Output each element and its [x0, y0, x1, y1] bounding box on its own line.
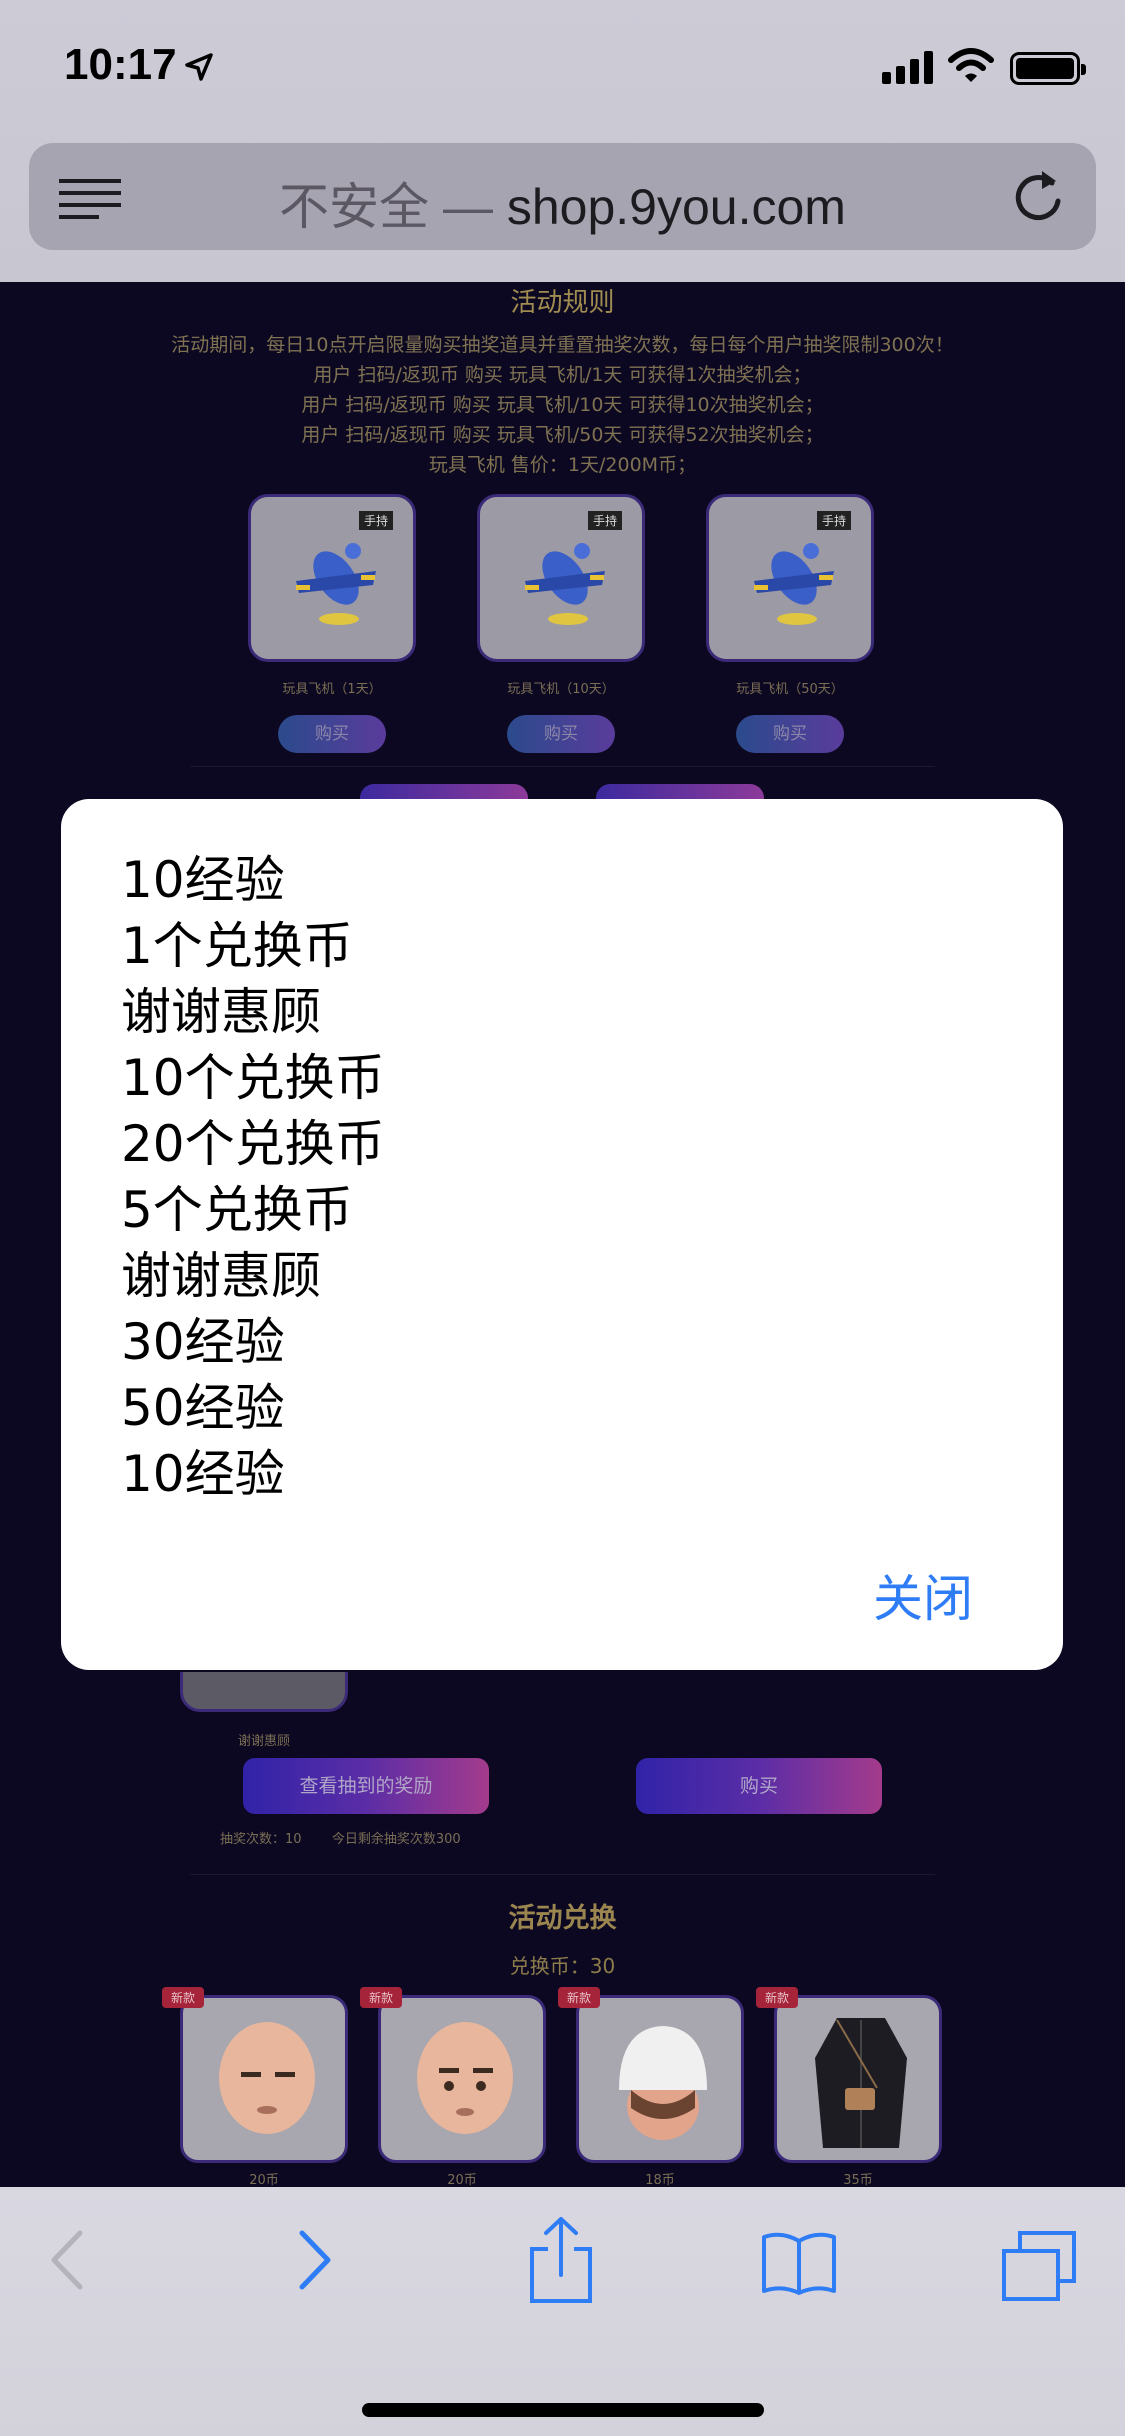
prize-item: 50经验: [121, 1379, 285, 1437]
section-divider: [190, 1874, 935, 1875]
insecure-label: 不安全 —: [279, 179, 493, 235]
product-tag: 手持: [587, 511, 622, 530]
battery-icon: [1010, 52, 1086, 85]
bookmarks-icon[interactable]: [760, 2231, 838, 2297]
home-indicator[interactable]: [362, 2403, 764, 2417]
bald-head-icon: [219, 2022, 315, 2134]
prize-item: 谢谢惠顾: [121, 1247, 321, 1305]
lottery-prize-image: [180, 1672, 348, 1712]
new-badge: 新款: [558, 1987, 601, 2008]
buy-button[interactable]: 购买: [278, 715, 386, 753]
location-arrow-icon: [185, 53, 213, 81]
avatar-head-image[interactable]: [180, 1995, 348, 2163]
forward-icon[interactable]: [296, 2227, 336, 2293]
exchange-price: 35币: [843, 2173, 873, 2188]
leather-jacket-icon: [815, 2018, 907, 2148]
rules-title: 活动规则: [510, 288, 615, 318]
prize-item: 1个兑换币: [121, 917, 353, 975]
exchange-price: 20币: [447, 2173, 477, 2188]
rules-line: 用户 扫码/返现币 购买 玩具飞机/1天 可获得1次抽奖机会；: [313, 364, 812, 386]
beanie-hat-image[interactable]: [576, 1995, 744, 2163]
product-tag: 手持: [816, 511, 851, 530]
wifi-icon: [948, 48, 994, 82]
rules-line: 用户 扫码/返现币 购买 玩具飞机/50天 可获得52次抽奖机会；: [301, 424, 824, 446]
address-bar[interactable]: 不安全 — shop.9you.com: [29, 143, 1096, 250]
product-card: 手持 玩具飞机（50天） 购买: [706, 494, 874, 753]
safari-top-bar: 10:17 不安全 — shop.9you.com: [0, 0, 1125, 282]
prize-list: 10经验 1个兑换币 谢谢惠顾 10个兑换币 20个兑换币 5个兑换币 谢谢惠顾…: [121, 847, 385, 1507]
exchange-item[interactable]: 新款 18币: [558, 1987, 744, 2188]
product-image[interactable]: 手持: [477, 494, 645, 662]
product-card: 手持 玩具飞机（1天） 购买: [248, 494, 416, 753]
draw-count: 抽奖次数：10: [220, 1832, 302, 1847]
prize-item: 10经验: [121, 1445, 285, 1503]
lottery-prize-label: 谢谢惠顾: [237, 1734, 290, 1749]
view-prizes-button[interactable]: 查看抽到的奖励: [243, 1758, 489, 1814]
prize-alert-dialog: 10经验 1个兑换币 谢谢惠顾 10个兑换币 20个兑换币 5个兑换币 谢谢惠顾…: [61, 799, 1063, 1670]
draw-info: 抽奖次数：10 今日剩余抽奖次数300: [220, 1828, 461, 1847]
product-image[interactable]: 手持: [706, 494, 874, 662]
prize-item: 谢谢惠顾: [121, 983, 321, 1041]
url-text[interactable]: 不安全 — shop.9you.com: [29, 167, 1096, 239]
toy-plane-icon: [754, 543, 834, 625]
product-tag: 手持: [358, 511, 393, 530]
rules-line: 玩具飞机 售价：1天/200M币；: [428, 454, 697, 476]
reload-icon[interactable]: [1012, 165, 1066, 225]
toy-plane-icon: [525, 543, 605, 625]
exchange-price: 20币: [249, 2173, 279, 2188]
beanie-hat-icon: [619, 2026, 707, 2140]
jacket-image[interactable]: [774, 1995, 942, 2163]
exchange-price: 18币: [645, 2173, 675, 2188]
exchange-item[interactable]: 新款 20币: [360, 1987, 546, 2188]
product-name: 玩具飞机（1天）: [282, 682, 382, 697]
tabs-icon[interactable]: [1000, 2229, 1080, 2303]
remaining-draws: 今日剩余抽奖次数300: [331, 1832, 461, 1847]
exchange-item[interactable]: 新款 35币: [756, 1987, 942, 2188]
toy-plane-icon: [296, 543, 376, 625]
lottery-buy-button[interactable]: 购买: [636, 1758, 882, 1814]
prize-item: 20个兑换币: [121, 1115, 385, 1173]
rules-line: 用户 扫码/返现币 购买 玩具飞机/10天 可获得10次抽奖机会；: [301, 394, 824, 416]
buy-button[interactable]: 购买: [507, 715, 615, 753]
share-icon[interactable]: [526, 2215, 596, 2305]
rules-line: 活动期间，每日10点开启限量购买抽奖道具并重置抽奖次数，每日每个用户抽奖限制30…: [171, 334, 954, 356]
rules-text: 活动期间，每日10点开启限量购买抽奖道具并重置抽奖次数，每日每个用户抽奖限制30…: [0, 330, 1125, 480]
prize-item: 5个兑换币: [121, 1181, 353, 1239]
new-badge: 新款: [756, 1987, 799, 2008]
avatar-head-image[interactable]: [378, 1995, 546, 2163]
new-badge: 新款: [360, 1987, 403, 2008]
domain-label: shop.9you.com: [506, 179, 846, 235]
product-name: 玩具飞机（50天）: [736, 682, 844, 697]
prize-item: 30经验: [121, 1313, 285, 1371]
section-divider: [190, 766, 935, 767]
new-badge: 新款: [162, 1987, 205, 2008]
safari-toolbar: [0, 2187, 1125, 2436]
exchange-coins: 兑换币：30: [509, 1954, 616, 1978]
exchange-item[interactable]: 新款 20币: [162, 1987, 348, 2188]
product-name: 玩具飞机（10天）: [507, 682, 615, 697]
prize-item: 10个兑换币: [121, 1049, 385, 1107]
exchange-title: 活动兑换: [508, 1903, 617, 1934]
cellular-signal-icon: [882, 50, 933, 84]
status-time: 10:17: [64, 40, 177, 89]
product-card: 手持 玩具飞机（10天） 购买: [477, 494, 645, 753]
back-icon[interactable]: [46, 2227, 86, 2293]
prize-item: 10经验: [121, 851, 285, 909]
buy-button[interactable]: 购买: [736, 715, 844, 753]
product-image[interactable]: 手持: [248, 494, 416, 662]
bald-head-icon: [417, 2022, 513, 2134]
close-button[interactable]: 关闭: [873, 1559, 973, 1631]
